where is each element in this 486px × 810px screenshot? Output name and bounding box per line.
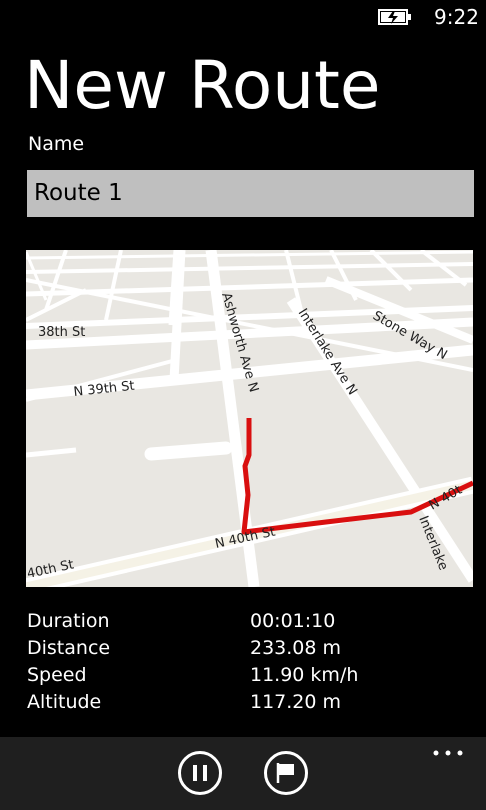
stat-row-speed: Speed 11.90 km/h: [26, 664, 466, 692]
stat-row-altitude: Altitude 117.20 m: [26, 691, 466, 719]
street-label-38th: 38th St: [38, 325, 85, 340]
finish-flag-button[interactable]: [264, 751, 308, 795]
stat-row-duration: Duration 00:01:10: [26, 610, 466, 638]
route-map[interactable]: 38th St N 39th St N 40th St 40th St Ashw…: [26, 250, 473, 587]
stat-label: Distance: [27, 637, 111, 659]
stat-label: Duration: [27, 610, 110, 632]
battery-charging-icon: [378, 9, 411, 25]
status-time: 9:22: [434, 5, 479, 29]
pause-icon: [193, 765, 207, 781]
status-bar: 9:22: [0, 0, 486, 34]
more-options-icon: [433, 750, 463, 756]
stat-label: Speed: [27, 664, 87, 686]
app-bar: [0, 737, 486, 810]
stat-value: 117.20 m: [250, 691, 342, 713]
name-label: Name: [28, 133, 85, 155]
stat-value: 11.90 km/h: [250, 664, 359, 686]
route-name-input[interactable]: Route 1: [27, 170, 474, 217]
stat-value: 233.08 m: [250, 637, 342, 659]
page-title: New Route: [24, 47, 381, 124]
map-canvas: 38th St N 39th St N 40th St 40th St Ashw…: [26, 250, 473, 587]
more-options-button[interactable]: [432, 745, 464, 759]
flag-icon: [276, 763, 294, 783]
pause-button[interactable]: [178, 751, 222, 795]
stat-value: 00:01:10: [250, 610, 336, 632]
stat-label: Altitude: [27, 691, 102, 713]
stat-row-distance: Distance 233.08 m: [26, 637, 466, 665]
